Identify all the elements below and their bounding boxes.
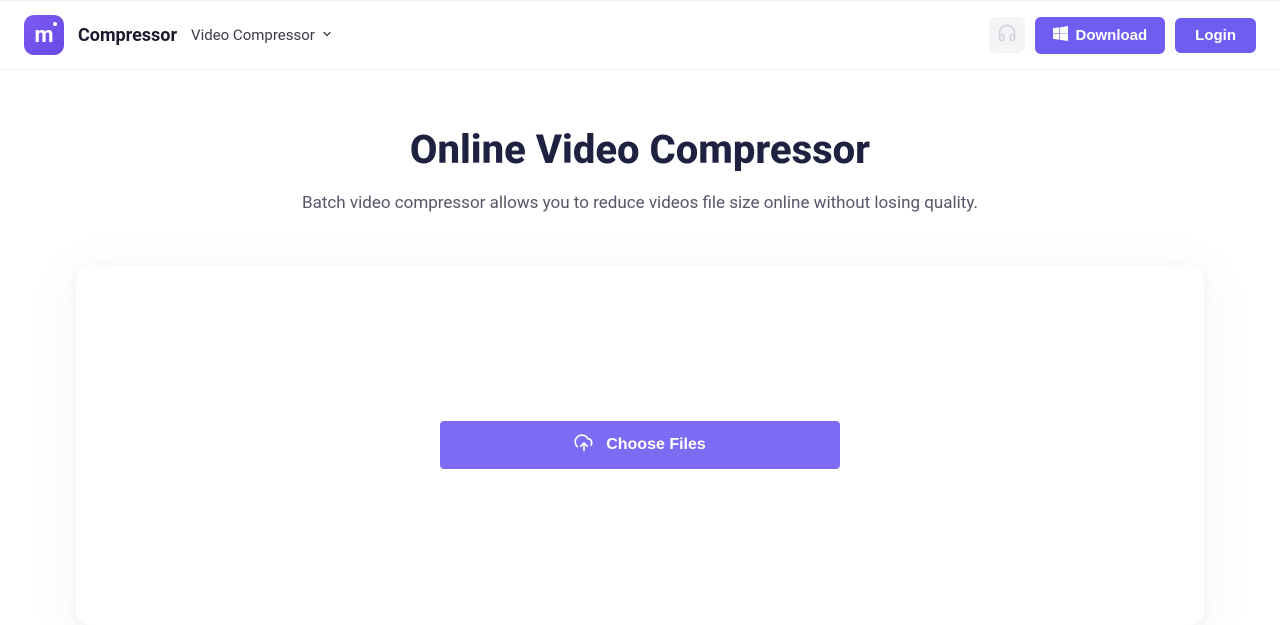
upload-dropzone[interactable]: Choose Files [76, 265, 1204, 625]
header: m Compressor Video Compressor Download L… [0, 0, 1280, 70]
nav-dropdown-label: Video Compressor [191, 26, 315, 44]
support-button[interactable] [989, 17, 1025, 53]
chevron-down-icon [321, 26, 333, 44]
choose-files-button[interactable]: Choose Files [440, 421, 840, 469]
download-button[interactable]: Download [1035, 17, 1166, 54]
headset-icon [997, 23, 1017, 47]
video-compressor-dropdown[interactable]: Video Compressor [191, 26, 333, 44]
login-label: Login [1195, 27, 1236, 44]
cloud-upload-icon [574, 433, 594, 458]
header-right: Download Login [989, 17, 1257, 54]
login-button[interactable]: Login [1175, 18, 1256, 53]
windows-icon [1053, 26, 1068, 45]
download-label: Download [1076, 27, 1148, 44]
brand-logo-icon[interactable]: m [24, 15, 64, 55]
brand-name: Compressor [78, 25, 177, 46]
header-left: m Compressor Video Compressor [24, 15, 333, 55]
choose-files-label: Choose Files [606, 436, 706, 454]
page-title: Online Video Compressor [0, 126, 1280, 173]
page-subtitle: Batch video compressor allows you to red… [0, 193, 1280, 213]
main-content: Online Video Compressor Batch video comp… [0, 70, 1280, 625]
